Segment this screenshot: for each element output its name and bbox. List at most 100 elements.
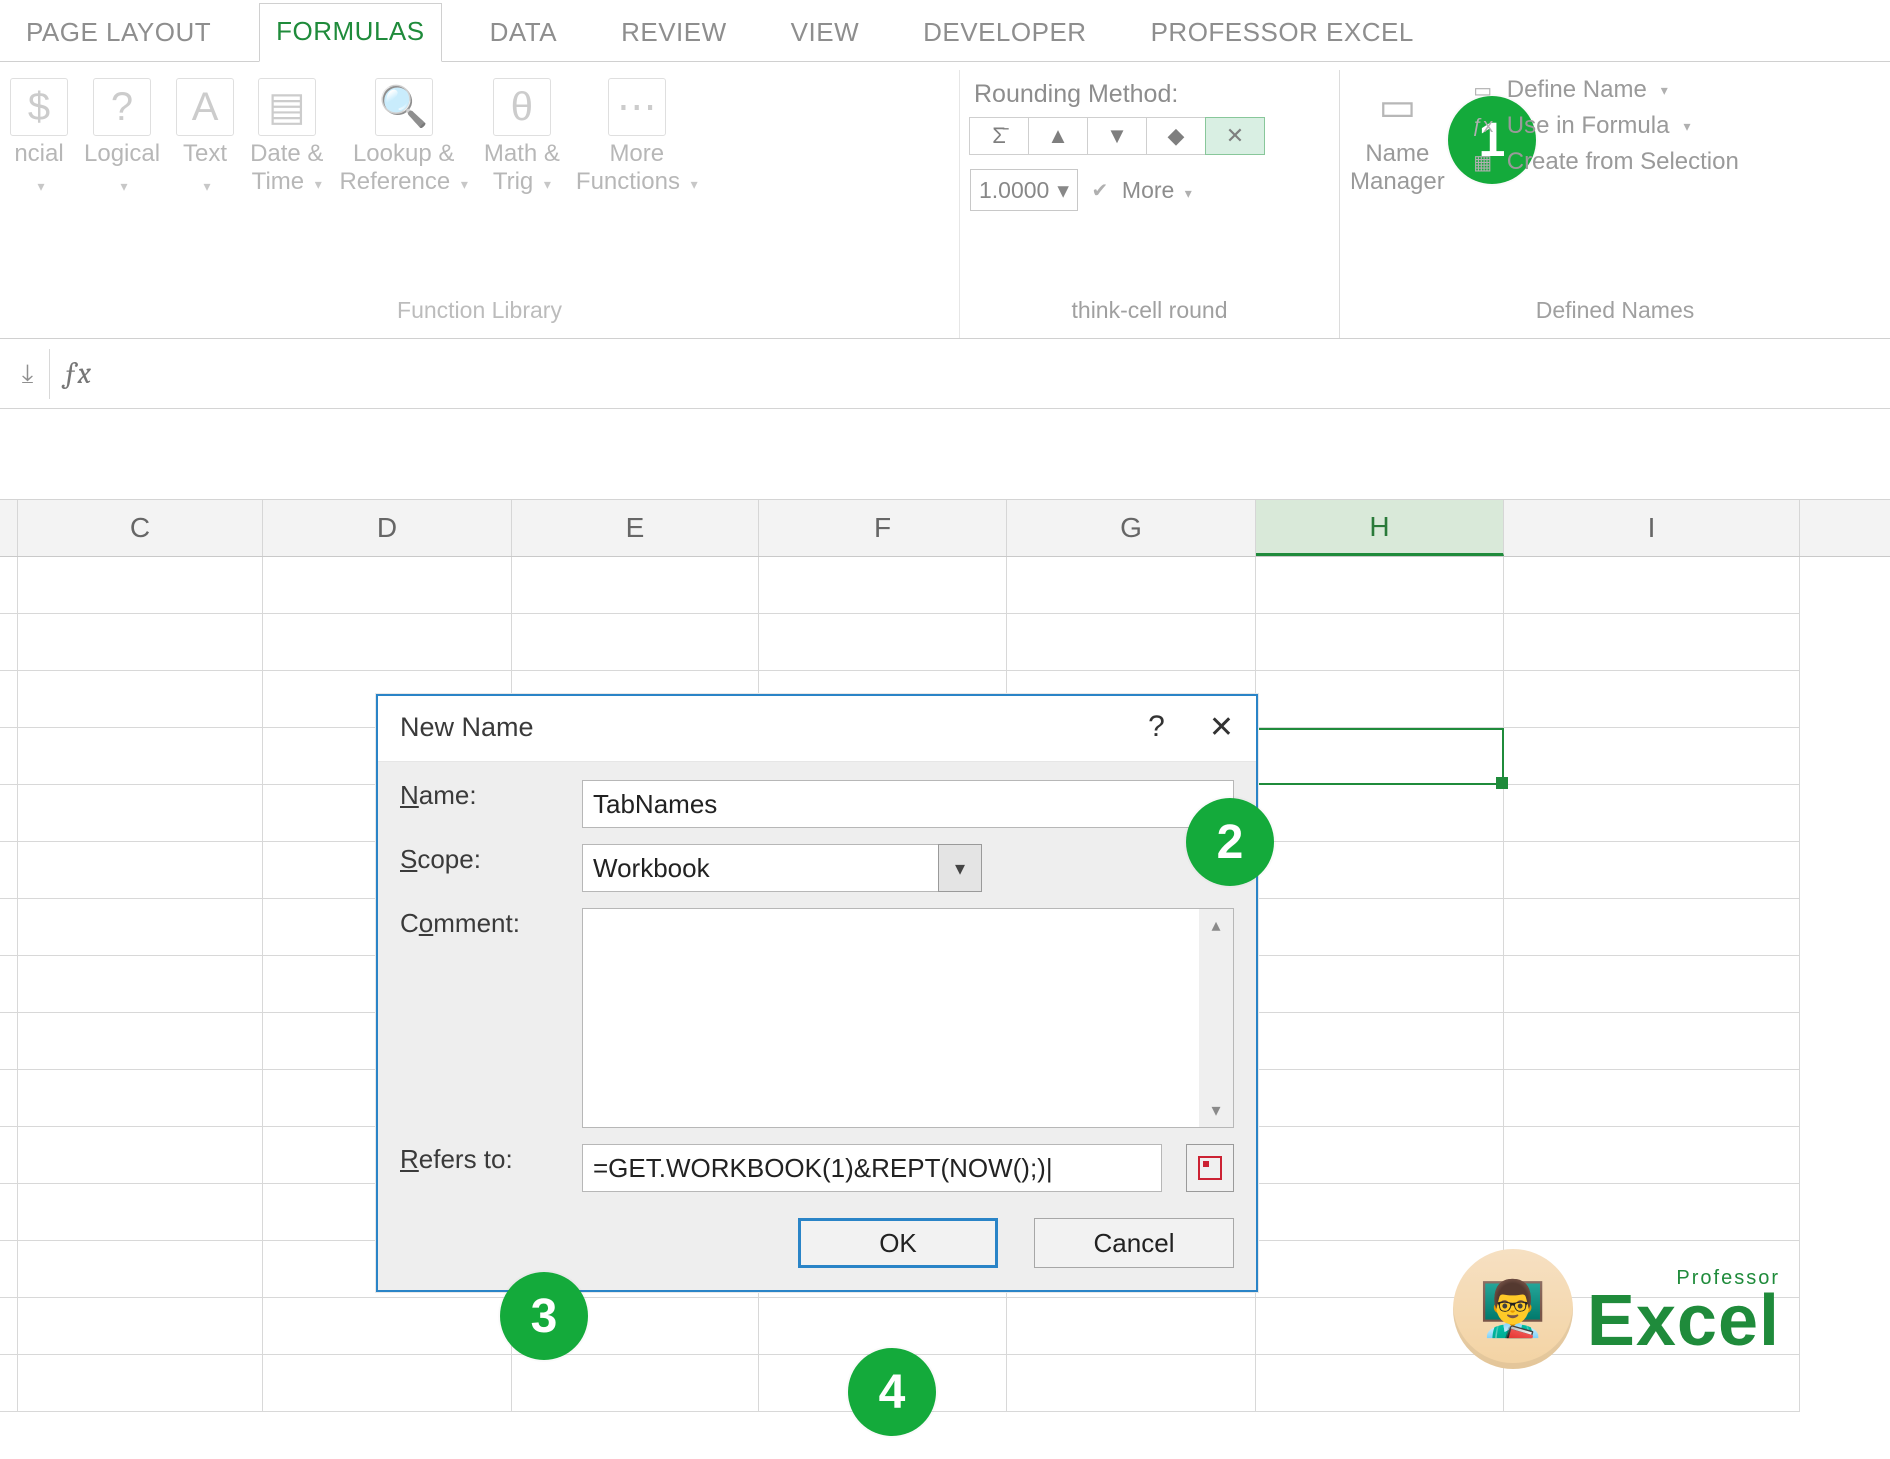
btn-logical-label: Logical: [84, 140, 160, 168]
btn-math-trig-label: Math &Trig ▾: [484, 140, 560, 198]
text-icon: A: [176, 78, 234, 136]
col-header-f[interactable]: F: [759, 500, 1007, 556]
group-caption-defined-names: Defined Names: [1350, 291, 1880, 332]
tab-data[interactable]: DATA: [474, 5, 573, 62]
fx-icon[interactable]: ƒx: [54, 356, 107, 391]
professor-excel-logo: 👨‍🏫 Professor Excel: [1453, 1249, 1780, 1369]
ribbon-body: $ ncial ▾ ? Logical ▾ A Text ▾ ▤ Date &T…: [0, 61, 1890, 339]
btn-use-in-formula[interactable]: ƒx Use in Formula ▾: [1469, 112, 1739, 140]
more-functions-icon: ⋯: [608, 78, 666, 136]
new-name-dialog: New Name ? ✕ Name: Scope: ▾ Comment: ▴▾ …: [376, 694, 1258, 1292]
create-from-selection-label: Create from Selection: [1507, 148, 1739, 176]
math-trig-icon: θ: [493, 78, 551, 136]
comment-scrollbar[interactable]: ▴▾: [1199, 909, 1233, 1127]
col-header-i[interactable]: I: [1504, 500, 1800, 556]
formula-bar: ⤓ ƒx: [0, 339, 1890, 409]
col-header-e[interactable]: E: [512, 500, 759, 556]
rounding-method-label: Rounding Method:: [970, 76, 1329, 117]
name-manager-icon: ▭: [1368, 78, 1426, 136]
range-picker-button[interactable]: [1186, 1144, 1234, 1192]
help-icon[interactable]: ?: [1148, 710, 1165, 745]
col-header-h[interactable]: H: [1256, 500, 1504, 556]
btn-define-name[interactable]: ▭ Define Name ▾: [1469, 76, 1739, 104]
tab-view[interactable]: VIEW: [775, 5, 875, 62]
btn-name-manager[interactable]: ▭ NameManager: [1350, 76, 1445, 196]
btn-text-label: Text: [183, 140, 227, 168]
round-none-icon[interactable]: ✕: [1205, 117, 1265, 155]
date-time-icon: ▤: [258, 78, 316, 136]
formula-input[interactable]: [111, 339, 1890, 408]
refers-to-label: Refers to:: [400, 1144, 568, 1175]
btn-date-time-label: Date &Time ▾: [250, 140, 323, 198]
btn-financial[interactable]: $ ncial ▾: [10, 76, 68, 200]
chevron-down-icon: ▾: [204, 172, 211, 200]
check-icon[interactable]: ✔: [1086, 178, 1114, 202]
tab-professor-excel[interactable]: PROFESSOR EXCEL: [1135, 5, 1430, 62]
comment-textarea[interactable]: [583, 909, 1199, 1127]
dialog-title: New Name: [400, 712, 534, 743]
cancel-button[interactable]: Cancel: [1034, 1218, 1234, 1268]
btn-date-time[interactable]: ▤ Date &Time ▾: [250, 76, 323, 198]
group-caption-thinkcell: think-cell round: [970, 291, 1329, 332]
name-input[interactable]: [582, 780, 1234, 828]
define-name-label: Define Name: [1507, 76, 1647, 104]
ribbon-tabs: PAGE LAYOUT FORMULAS DATA REVIEW VIEW DE…: [0, 0, 1890, 62]
rounding-method-icons: Σ̄ ▲ ▼ ◆ ✕: [970, 117, 1329, 155]
callout-2: 2: [1186, 798, 1274, 886]
comment-label: Comment:: [400, 908, 568, 939]
refers-to-input[interactable]: [582, 1144, 1162, 1192]
tab-developer[interactable]: DEVELOPER: [907, 5, 1102, 62]
btn-math-trig[interactable]: θ Math &Trig ▾: [484, 76, 560, 198]
col-header-c[interactable]: C: [18, 500, 263, 556]
use-in-formula-icon: ƒx: [1469, 114, 1497, 138]
btn-more-functions-label: MoreFunctions ▾: [576, 140, 698, 198]
tab-review[interactable]: REVIEW: [605, 5, 743, 62]
scope-dropdown-button[interactable]: ▾: [938, 844, 982, 892]
btn-lookup-label: Lookup &Reference ▾: [339, 140, 467, 198]
scope-select[interactable]: [582, 844, 938, 892]
chevron-down-icon: ▾: [121, 172, 128, 200]
btn-more-functions[interactable]: ⋯ MoreFunctions ▾: [576, 76, 698, 198]
create-from-selection-icon: ▦: [1469, 150, 1497, 174]
group-function-library: $ ncial ▾ ? Logical ▾ A Text ▾ ▤ Date &T…: [0, 70, 960, 338]
name-label: Name:: [400, 780, 568, 811]
rounding-more[interactable]: More ▾: [1122, 177, 1192, 204]
financial-icon: $: [10, 78, 68, 136]
close-icon[interactable]: ✕: [1209, 710, 1234, 745]
scroll-down-icon[interactable]: ▾: [1211, 1100, 1220, 1121]
professor-face-icon: 👨‍🏫: [1453, 1249, 1573, 1369]
lookup-icon: 🔍: [375, 78, 433, 136]
tab-formulas[interactable]: FORMULAS: [259, 3, 441, 62]
chevron-down-icon: ▾: [37, 172, 44, 200]
define-name-icon: ▭: [1469, 78, 1497, 102]
round-up-icon[interactable]: ▲: [1028, 117, 1088, 155]
callout-3: 3: [500, 1272, 588, 1360]
dialog-title-bar[interactable]: New Name ? ✕: [378, 696, 1256, 762]
round-down-icon[interactable]: ▼: [1087, 117, 1147, 155]
group-thinkcell-round: Rounding Method: Σ̄ ▲ ▼ ◆ ✕ 1.0000 ▾ ✔ M…: [960, 70, 1340, 338]
chevron-down-icon: ▾: [1661, 82, 1668, 99]
callout-4: 4: [848, 1348, 936, 1436]
col-header-stub: [0, 500, 18, 556]
btn-lookup-reference[interactable]: 🔍 Lookup &Reference ▾: [339, 76, 467, 198]
formula-cancel-icon[interactable]: ⤓: [6, 349, 50, 399]
selected-cell[interactable]: [1256, 728, 1504, 785]
btn-financial-label: ncial: [14, 140, 63, 168]
btn-name-manager-label: NameManager: [1350, 140, 1445, 196]
logo-bottom-text: Excel: [1587, 1290, 1780, 1352]
rounding-precision-combo[interactable]: 1.0000 ▾: [970, 169, 1078, 211]
tab-page-layout[interactable]: PAGE LAYOUT: [10, 5, 227, 62]
scope-label: Scope:: [400, 844, 568, 875]
btn-create-from-selection[interactable]: ▦ Create from Selection: [1469, 148, 1739, 176]
scroll-up-icon[interactable]: ▴: [1211, 915, 1220, 936]
btn-text[interactable]: A Text ▾: [176, 76, 234, 200]
round-sum-icon[interactable]: Σ̄: [969, 117, 1029, 155]
btn-logical[interactable]: ? Logical ▾: [84, 76, 160, 200]
col-header-g[interactable]: G: [1007, 500, 1256, 556]
column-headers: C D E F G H I: [0, 499, 1890, 557]
col-header-d[interactable]: D: [263, 500, 512, 556]
group-defined-names: ▭ NameManager ▭ Define Name ▾ ƒx Use in …: [1340, 70, 1890, 338]
ok-button[interactable]: OK: [798, 1218, 998, 1268]
round-half-icon[interactable]: ◆: [1146, 117, 1206, 155]
group-caption-function-library: Function Library: [10, 291, 949, 332]
